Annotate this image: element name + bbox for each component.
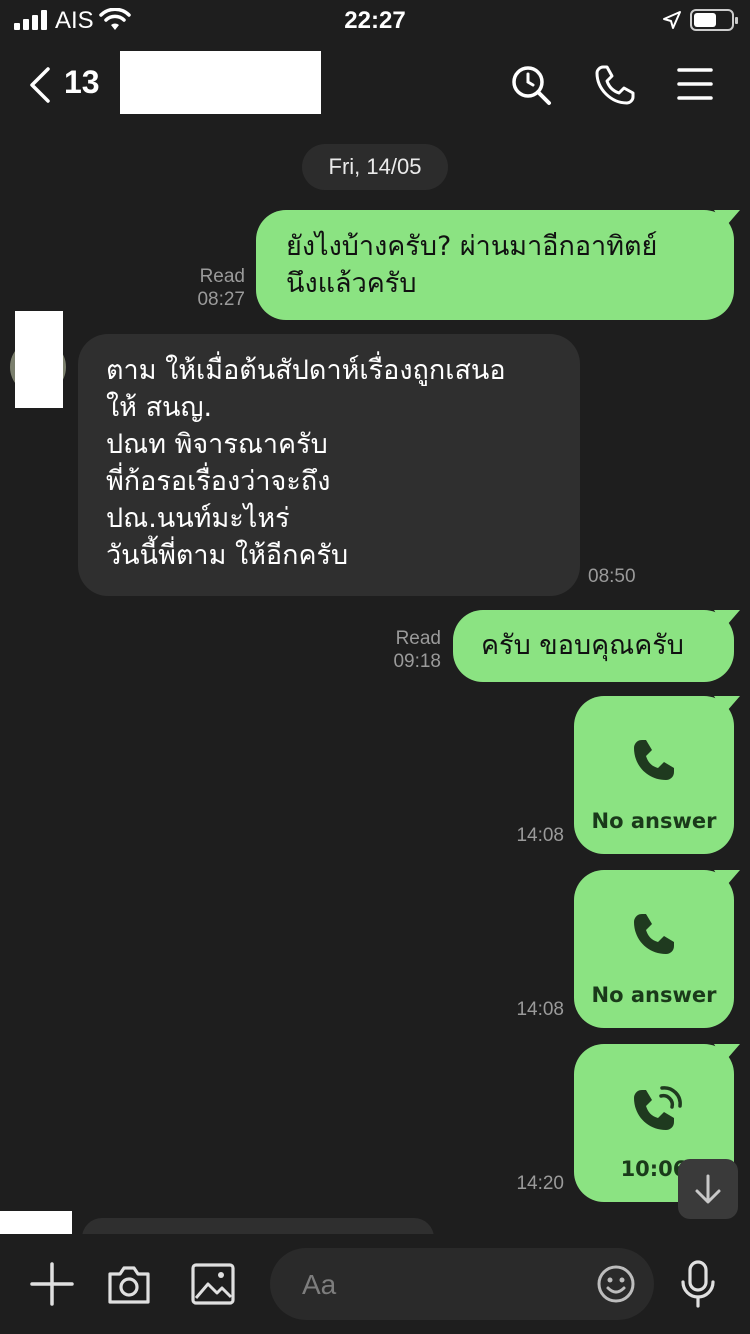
message-text: ครับ ขอบคุณครับ: [481, 630, 684, 661]
emoji-icon[interactable]: [596, 1264, 636, 1304]
phone-ringing-icon: [634, 1086, 682, 1130]
status-time: 22:27: [344, 7, 406, 34]
message-text: ยังไงบ้างครับ? ผ่านมาอีกอาทิตย์ นึงแล้วค…: [286, 231, 658, 299]
call-bubble[interactable]: No answer: [574, 870, 740, 1028]
scroll-to-bottom-button[interactable]: [678, 1159, 738, 1219]
call-status: No answer: [591, 983, 717, 1007]
message-meta: Read 09:18: [360, 627, 441, 673]
location-arrow-icon: [663, 11, 681, 29]
plus-icon[interactable]: [30, 1262, 74, 1306]
avatar-redacted: [15, 311, 63, 408]
unread-count[interactable]: 13: [64, 64, 100, 101]
message-meta: Read 08:27: [160, 265, 245, 311]
message-text-field[interactable]: [300, 1262, 584, 1308]
message-input-bar: [0, 1234, 750, 1334]
camera-icon[interactable]: [106, 1262, 152, 1306]
read-receipt: Read: [199, 266, 245, 287]
outgoing-message[interactable]: ยังไงบ้างครับ? ผ่านมาอีกอาทิตย์ นึงแล้วค…: [256, 210, 740, 320]
image-icon[interactable]: [190, 1262, 236, 1306]
message-time: 08:27: [197, 289, 245, 310]
avatar-redacted: [0, 1211, 72, 1234]
phone-icon: [634, 740, 674, 780]
message-time: 08:50: [588, 566, 636, 587]
back-chevron-icon[interactable]: [28, 66, 52, 104]
phone-icon: [634, 914, 674, 954]
microphone-icon[interactable]: [680, 1260, 716, 1308]
incoming-message-partial[interactable]: [82, 1218, 434, 1234]
read-receipt: Read: [395, 628, 441, 649]
chat-messages[interactable]: Fri, 14/05 Read 08:27 ยังไงบ้างครับ? ผ่า…: [0, 124, 750, 1234]
phone-icon[interactable]: [594, 64, 636, 106]
contact-name-redacted[interactable]: [120, 51, 321, 114]
message-input[interactable]: [270, 1248, 654, 1320]
message-time: 14:08: [516, 999, 564, 1020]
menu-icon[interactable]: [676, 64, 714, 104]
message-time: 14:08: [516, 825, 564, 846]
message-time: 14:20: [516, 1173, 564, 1194]
arrow-down-icon: [695, 1174, 721, 1204]
incoming-message[interactable]: ตาม ให้เมื่อต้นสัปดาห์เรื่องถูกเสนอ ให้ …: [78, 334, 580, 596]
outgoing-message[interactable]: ครับ ขอบคุณครับ: [453, 610, 740, 682]
message-time: 09:18: [393, 651, 441, 672]
battery-icon: [690, 9, 738, 31]
call-bubble[interactable]: No answer: [574, 696, 740, 854]
date-separator: Fri, 14/05: [302, 144, 448, 190]
call-status: No answer: [591, 809, 717, 833]
search-icon[interactable]: [510, 64, 552, 106]
status-bar: AIS 22:27: [0, 0, 750, 44]
chat-header: 13: [0, 44, 750, 124]
message-text: ตาม ให้เมื่อต้นสัปดาห์เรื่องถูกเสนอ ให้ …: [106, 355, 506, 571]
